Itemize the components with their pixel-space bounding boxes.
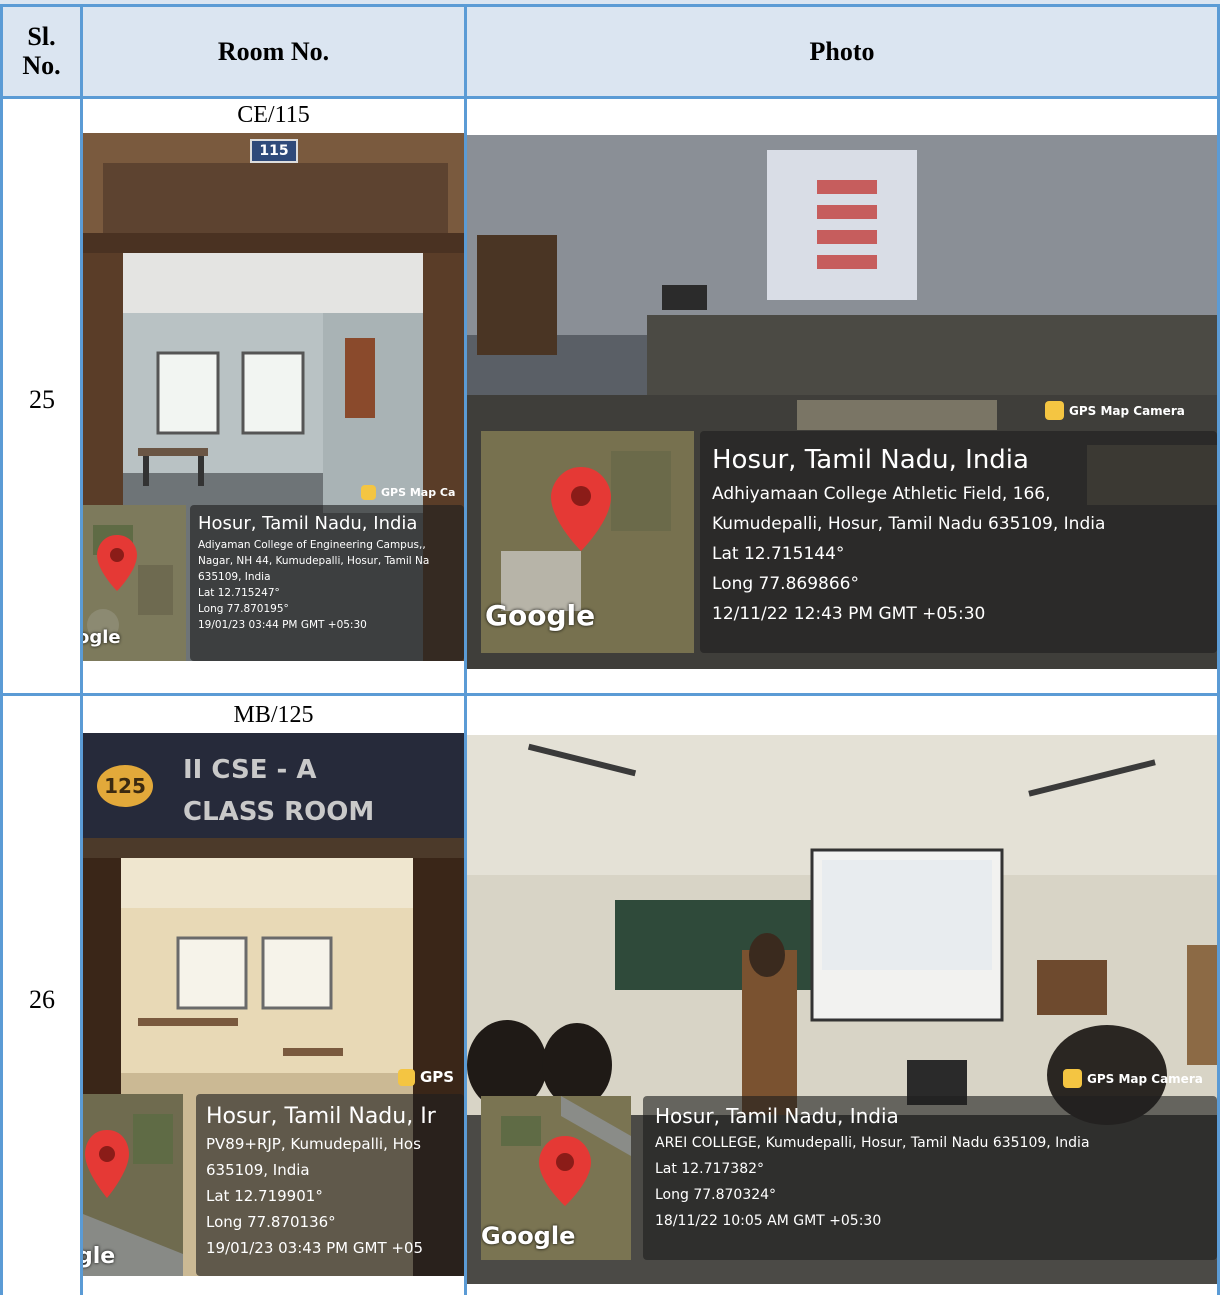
- satellite-map-thumbnail: Google: [481, 431, 694, 653]
- address-line-1: Adhiyamaan College Athletic Field, 166,: [712, 484, 1051, 504]
- longitude: Long 77.869866°: [712, 574, 859, 594]
- location-title: Hosur, Tamil Nadu, India: [712, 445, 1029, 475]
- room-number: CE/115: [237, 102, 310, 128]
- gps-map-camera-badge: GPS: [398, 1068, 454, 1086]
- gps-info-overlay: Hosur, Tamil Nadu, India AREI COLLEGE, K…: [643, 1096, 1217, 1260]
- camera-icon: [398, 1068, 415, 1086]
- timestamp: 19/01/23 03:44 PM GMT +05:30: [198, 619, 367, 631]
- header-room-no: Room No.: [217, 37, 330, 66]
- gps-info-overlay: Hosur, Tamil Nadu, India Adiyaman Colleg…: [190, 505, 464, 661]
- latitude: Lat 12.715247°: [198, 587, 280, 599]
- timestamp: 18/11/22 10:05 AM GMT +05:30: [655, 1213, 882, 1229]
- satellite-map-thumbnail: gle: [83, 1094, 183, 1276]
- timestamp: 12/11/22 12:43 PM GMT +05:30: [712, 604, 986, 624]
- satellite-map-thumbnail: Google: [481, 1096, 631, 1260]
- header-bottom-border: [0, 96, 1220, 99]
- location-title: Hosur, Tamil Nadu, India: [198, 513, 418, 534]
- header-sl-no: Sl. No.: [22, 22, 61, 80]
- door-plate: 115: [250, 139, 298, 163]
- header-photo: Photo: [809, 37, 875, 66]
- row-divider: [0, 693, 1220, 696]
- location-title: Hosur, Tamil Nadu, Ir: [206, 1104, 436, 1129]
- address-line-2: 635109, India: [206, 1161, 310, 1179]
- door-plate: 125: [97, 765, 153, 807]
- gps-info-overlay: Hosur, Tamil Nadu, India Adhiyamaan Coll…: [700, 431, 1217, 653]
- latitude: Lat 12.719901°: [206, 1187, 323, 1205]
- address-line-3: 635109, India: [198, 571, 271, 583]
- map-brand: gle: [83, 1244, 116, 1269]
- camera-icon: [361, 485, 376, 500]
- longitude: Long 77.870195°: [198, 603, 289, 615]
- gps-info-overlay: Hosur, Tamil Nadu, Ir PV89+RJP, Kumudepa…: [196, 1094, 464, 1276]
- satellite-map-thumbnail: ogle: [83, 505, 186, 661]
- camera-icon: [1045, 401, 1064, 420]
- room-photo: GPS Map Camera Google Hosur, Tamil Nadu,…: [467, 735, 1217, 1284]
- longitude: Long 77.870324°: [655, 1187, 777, 1203]
- camera-icon: [1063, 1069, 1082, 1088]
- map-brand: Google: [481, 1222, 576, 1250]
- gps-map-camera-badge: GPS Map Camera: [1063, 1069, 1203, 1088]
- row-sl-no: 25: [29, 385, 55, 414]
- map-brand: Google: [485, 599, 596, 632]
- row-sl-no: 26: [29, 985, 55, 1014]
- door-photo: 115 GPS Map Ca ogle Hosur, Tamil Nadu, I…: [83, 133, 464, 661]
- location-title: Hosur, Tamil Nadu, India: [655, 1104, 899, 1128]
- latitude: Lat 12.715144°: [712, 544, 845, 564]
- address-line-1: Adiyaman College of Engineering Campus,,: [198, 539, 426, 551]
- map-brand: ogle: [83, 627, 121, 648]
- address-line-1: AREI COLLEGE, Kumudepalli, Hosur, Tamil …: [655, 1135, 1090, 1151]
- gps-map-camera-badge: GPS Map Ca: [361, 485, 455, 500]
- door-photo: 125 II CSE - A CLASS ROOM GPS gle Hosur,…: [83, 733, 464, 1276]
- room-number: MB/125: [233, 702, 314, 728]
- door-sign-line-2: CLASS ROOM: [183, 797, 375, 827]
- address-line-2: Nagar, NH 44, Kumudepalli, Hosur, Tamil …: [198, 555, 430, 567]
- latitude: Lat 12.717382°: [655, 1161, 765, 1177]
- table-top-border: [0, 4, 1220, 7]
- gps-map-camera-badge: GPS Map Camera: [1045, 401, 1185, 420]
- door-sign-line-1: II CSE - A: [183, 755, 317, 785]
- address-line-1: PV89+RJP, Kumudepalli, Hos: [206, 1135, 421, 1153]
- address-line-2: Kumudepalli, Hosur, Tamil Nadu 635109, I…: [712, 514, 1106, 534]
- longitude: Long 77.870136°: [206, 1213, 336, 1231]
- room-photo: GPS Map Camera Google Hosur, Tamil Nadu,…: [467, 135, 1217, 669]
- timestamp: 19/01/23 03:43 PM GMT +05: [206, 1239, 424, 1257]
- table-left-border: [0, 4, 3, 1295]
